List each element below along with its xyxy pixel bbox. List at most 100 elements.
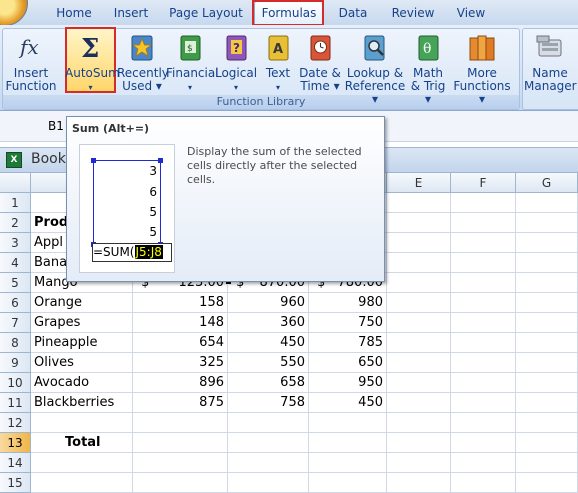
- cell[interactable]: [451, 373, 516, 393]
- row-header[interactable]: 9: [0, 353, 31, 373]
- cell[interactable]: [451, 253, 516, 273]
- row-header[interactable]: 8: [0, 333, 31, 353]
- cell[interactable]: [133, 433, 228, 453]
- cell[interactable]: 450: [228, 333, 309, 353]
- cell[interactable]: Total: [31, 433, 133, 453]
- cell[interactable]: [387, 353, 451, 373]
- tab-view[interactable]: View: [454, 4, 488, 22]
- cell[interactable]: Grapes: [31, 313, 133, 333]
- cell[interactable]: 654: [133, 333, 228, 353]
- row-header[interactable]: 13: [0, 433, 31, 453]
- cell[interactable]: [387, 313, 451, 333]
- cell[interactable]: [228, 413, 309, 433]
- cell[interactable]: [451, 453, 516, 473]
- row-header[interactable]: 4: [0, 253, 31, 273]
- cell[interactable]: Blackberries: [31, 393, 133, 413]
- cell[interactable]: [31, 413, 133, 433]
- cell[interactable]: 758: [228, 393, 309, 413]
- cell[interactable]: [516, 373, 578, 393]
- cell[interactable]: [387, 233, 451, 253]
- cell[interactable]: 785: [309, 333, 387, 353]
- row-header[interactable]: 15: [0, 473, 31, 493]
- lookup-reference-button[interactable]: Lookup & Reference ▾: [343, 28, 407, 106]
- tab-home[interactable]: Home: [52, 4, 96, 22]
- row-header[interactable]: 11: [0, 393, 31, 413]
- office-button[interactable]: [0, 0, 28, 26]
- cell[interactable]: [133, 413, 228, 433]
- cell[interactable]: 360: [228, 313, 309, 333]
- cell[interactable]: [387, 473, 451, 493]
- cell[interactable]: [387, 213, 451, 233]
- cell[interactable]: [387, 453, 451, 473]
- cell[interactable]: [228, 473, 309, 493]
- cell[interactable]: Orange: [31, 293, 133, 313]
- cell[interactable]: [516, 473, 578, 493]
- cell[interactable]: [387, 253, 451, 273]
- cell[interactable]: Olives: [31, 353, 133, 373]
- cell[interactable]: 896: [133, 373, 228, 393]
- cell[interactable]: [451, 213, 516, 233]
- cell[interactable]: [451, 433, 516, 453]
- cell[interactable]: [516, 313, 578, 333]
- row-header[interactable]: 5: [0, 273, 31, 293]
- logical-button[interactable]: ? Logical ▾: [214, 28, 258, 94]
- cell[interactable]: [133, 453, 228, 473]
- row-header[interactable]: 6: [0, 293, 31, 313]
- name-manager-button[interactable]: Name Manager: [524, 28, 577, 94]
- cell[interactable]: [133, 473, 228, 493]
- cell[interactable]: [516, 193, 578, 213]
- cell[interactable]: [387, 193, 451, 213]
- cell[interactable]: [516, 273, 578, 293]
- cell[interactable]: [309, 473, 387, 493]
- cell[interactable]: [451, 473, 516, 493]
- cell[interactable]: 650: [309, 353, 387, 373]
- cell[interactable]: [387, 413, 451, 433]
- cell[interactable]: 750: [309, 313, 387, 333]
- cell[interactable]: [228, 453, 309, 473]
- cell[interactable]: [387, 293, 451, 313]
- cell[interactable]: [451, 393, 516, 413]
- cell[interactable]: [516, 253, 578, 273]
- tab-insert[interactable]: Insert: [110, 4, 152, 22]
- cell[interactable]: [451, 413, 516, 433]
- cell[interactable]: [451, 333, 516, 353]
- cell[interactable]: [516, 413, 578, 433]
- cell[interactable]: 960: [228, 293, 309, 313]
- cell[interactable]: 158: [133, 293, 228, 313]
- recently-used-button[interactable]: Recently Used ▾: [117, 28, 169, 94]
- column-header-f[interactable]: F: [451, 173, 516, 193]
- math-trig-button[interactable]: θ Math & Trig ▾: [408, 28, 448, 106]
- cell[interactable]: [387, 393, 451, 413]
- cell[interactable]: [516, 393, 578, 413]
- cell[interactable]: [309, 413, 387, 433]
- row-header[interactable]: 3: [0, 233, 31, 253]
- cell[interactable]: 980: [309, 293, 387, 313]
- cell[interactable]: Pineapple: [31, 333, 133, 353]
- cell[interactable]: 325: [133, 353, 228, 373]
- financial-button[interactable]: $ Financial ▾: [166, 28, 219, 94]
- tab-review[interactable]: Review: [390, 4, 436, 22]
- cell[interactable]: [31, 473, 133, 493]
- row-header[interactable]: 14: [0, 453, 31, 473]
- cell[interactable]: [451, 293, 516, 313]
- text-button[interactable]: A Text ▾: [259, 28, 297, 94]
- cell[interactable]: [516, 453, 578, 473]
- cell[interactable]: [309, 433, 387, 453]
- cell[interactable]: 950: [309, 373, 387, 393]
- cell[interactable]: [451, 193, 516, 213]
- autosum-button[interactable]: Σ AutoSum ▾: [65, 28, 120, 94]
- name-box[interactable]: B1: [48, 119, 64, 133]
- cell[interactable]: [309, 453, 387, 473]
- cell[interactable]: [516, 213, 578, 233]
- cell[interactable]: [516, 433, 578, 453]
- date-time-button[interactable]: Date & Time ▾: [298, 28, 342, 94]
- cell[interactable]: [387, 373, 451, 393]
- cell[interactable]: [387, 333, 451, 353]
- cell[interactable]: [451, 273, 516, 293]
- row-header[interactable]: 12: [0, 413, 31, 433]
- column-header-e[interactable]: E: [387, 173, 451, 193]
- cell[interactable]: 450: [309, 393, 387, 413]
- row-header[interactable]: 10: [0, 373, 31, 393]
- cell[interactable]: [451, 233, 516, 253]
- select-all-corner[interactable]: [0, 173, 31, 193]
